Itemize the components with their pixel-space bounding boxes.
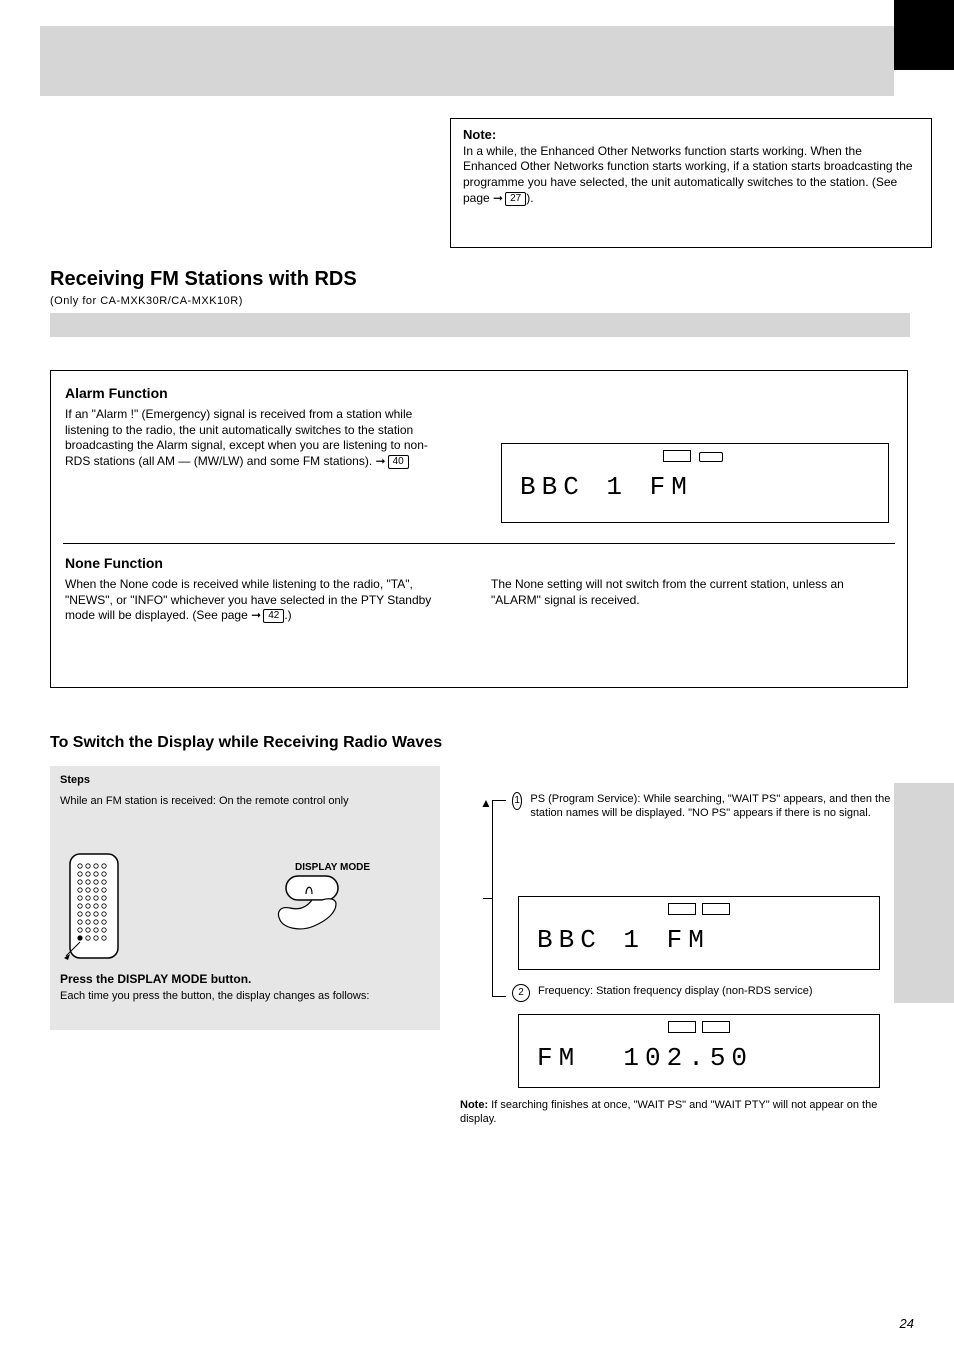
press-line: Press the DISPLAY MODE button. — [60, 972, 251, 986]
rds-indicator-icon — [663, 450, 691, 462]
functions-box: Alarm Function If an "Alarm !" (Emergenc… — [50, 370, 908, 688]
note-box-top: Note: In a while, the Enhanced Other Net… — [450, 118, 932, 248]
step-2-text: Frequency: Station frequency display (no… — [538, 984, 813, 998]
step-1-row: 1 PS (Program Service): While searching,… — [512, 792, 898, 821]
press-button-icon — [250, 874, 370, 944]
lcd-display-frequency: FM 102.50 — [518, 1014, 880, 1088]
side-grey-tab — [894, 783, 954, 1003]
section-title: Receiving FM Stations with RDS — [50, 268, 910, 291]
step-1-text: PS (Program Service): While searching, "… — [530, 792, 898, 821]
alarm-function-title: Alarm Function — [65, 385, 168, 401]
step-2-marker: 2 — [512, 984, 530, 1002]
page-ref-icon: ➞ 42 — [251, 608, 284, 624]
step-1-marker: 1 — [512, 792, 522, 810]
page-ref-number: 27 — [505, 192, 526, 206]
divider-line — [63, 543, 895, 544]
lcd-text: FM 102.50 — [519, 1043, 879, 1073]
none-function-extra: The None setting will not switch from th… — [491, 577, 891, 608]
ta-indicator-icon — [702, 903, 730, 915]
display-mode-button-label: DISPLAY MODE — [295, 862, 370, 873]
lcd-icons — [519, 903, 879, 915]
bottom-note-body: If searching finishes at once, "WAIT PS"… — [460, 1099, 877, 1125]
cycle-bracket-icon — [492, 800, 507, 996]
ta-indicator-icon — [702, 1021, 730, 1033]
section-header: Receiving FM Stations with RDS (Only for… — [50, 268, 910, 337]
lcd-icons — [502, 450, 888, 464]
page-number: 24 — [900, 1316, 914, 1331]
steps-panel: Steps While an FM station is received: O… — [50, 766, 440, 1030]
lcd-display-alarm: BBC 1 FM — [501, 443, 889, 523]
bottom-note-title: Note: — [460, 1099, 488, 1111]
bottom-note: Note: If searching finishes at once, "WA… — [460, 1098, 900, 1127]
top-grey-banner — [40, 26, 894, 96]
remote-control-icon — [64, 852, 124, 962]
note-body-close: ). — [526, 191, 533, 205]
none-function-title: None Function — [65, 555, 163, 571]
page-ref-icon: ➞ 27 — [493, 191, 526, 207]
section-banner — [50, 313, 910, 337]
alarm-function-body: If an "Alarm !" (Emergency) signal is re… — [65, 407, 445, 469]
lcd-icons — [519, 1021, 879, 1033]
steps-sub: While an FM station is received: On the … — [60, 794, 430, 808]
page-ref-icon: ➞ 40 — [376, 454, 409, 470]
section-subtitle: (Only for CA-MXK30R/CA-MXK10R) — [50, 295, 910, 307]
cycle-arrow-up-icon: ▲ — [480, 796, 492, 810]
corner-black-tab — [894, 0, 954, 70]
note-title: Note: — [463, 127, 919, 144]
steps-label: Steps — [60, 774, 90, 786]
switch-display-title: To Switch the Display while Receiving Ra… — [50, 734, 442, 752]
rds-indicator-icon — [668, 1021, 696, 1033]
lcd-display-ps: BBC 1 FM — [518, 896, 880, 970]
page-ref-number: 42 — [263, 609, 284, 623]
step-2-row: 2 Frequency: Station frequency display (… — [512, 984, 898, 1002]
rds-indicator-icon — [668, 903, 696, 915]
lcd-text: BBC 1 FM — [502, 472, 888, 502]
none-function-body: When the None code is received while lis… — [65, 577, 445, 624]
eachtime-line: Each time you press the button, the disp… — [60, 990, 430, 1002]
page-ref-number: 40 — [388, 455, 409, 469]
lcd-text: BBC 1 FM — [519, 925, 879, 955]
ta-flash-indicator-icon — [697, 450, 727, 464]
